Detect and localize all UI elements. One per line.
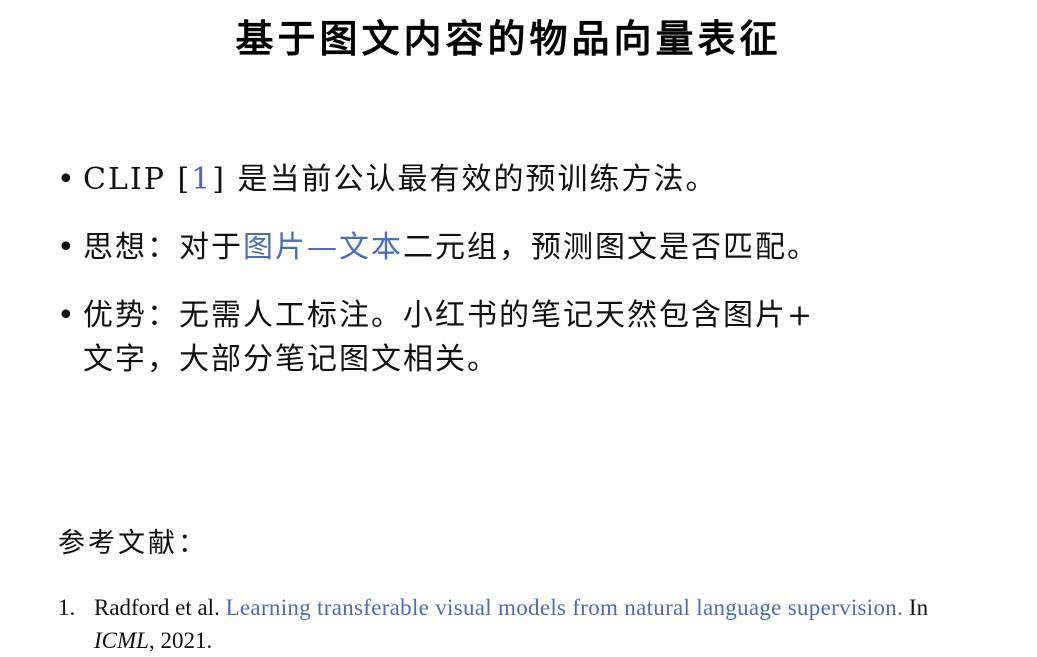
slide: 基于图文内容的物品向量表征 • CLIP [1] 是当前公认最有效的预训练方法。… [0, 0, 1037, 655]
bullet-text-line1: 优势：无需人工标注。小红书的笔记天然包含图片+ [83, 298, 815, 333]
bullet-text: 思想：对于 [83, 230, 243, 265]
bullet-text: 二元组，预测图文是否匹配。 [403, 230, 819, 265]
reference-item: 1. Radford et al. Learning transferable … [58, 591, 958, 657]
slide-title: 基于图文内容的物品向量表征 [235, 17, 782, 61]
bullet-dot-icon: • [57, 230, 77, 265]
reference-year: , 2021. [148, 628, 213, 653]
reference-venue: ICML [94, 628, 149, 653]
reference-number: 1. [58, 595, 76, 620]
reference-body: Radford et al. Learning transferable vis… [94, 591, 958, 657]
bullet-idea: • 思想：对于图片—文本二元组，预测图文是否匹配。 [55, 226, 985, 270]
bullet-text: CLIP [ [83, 162, 192, 197]
bullet-list: • CLIP [1] 是当前公认最有效的预训练方法。 • 思想：对于图片—文本二… [55, 158, 985, 406]
bullet-text: ] 是当前公认最有效的预训练方法。 [212, 162, 718, 197]
references-heading: 参考文献： [58, 528, 208, 559]
bullet-text-line2: 文字，大部分笔记图文相关。 [83, 342, 499, 377]
reference-in: In [908, 595, 929, 620]
bullet-clip: • CLIP [1] 是当前公认最有效的预训练方法。 [55, 158, 985, 202]
reference-title-link[interactable]: Learning transferable visual models from… [226, 595, 904, 620]
citation-link[interactable]: 1 [191, 162, 212, 197]
bullet-dot-icon: • [57, 298, 77, 333]
bullet-dot-icon: • [57, 162, 77, 197]
bullet-advantage: • 优势：无需人工标注。小红书的笔记天然包含图片+ 文字，大部分笔记图文相关。 [55, 294, 985, 382]
highlight-text: 图片—文本 [243, 230, 403, 265]
reference-authors: Radford et al. [94, 595, 220, 620]
